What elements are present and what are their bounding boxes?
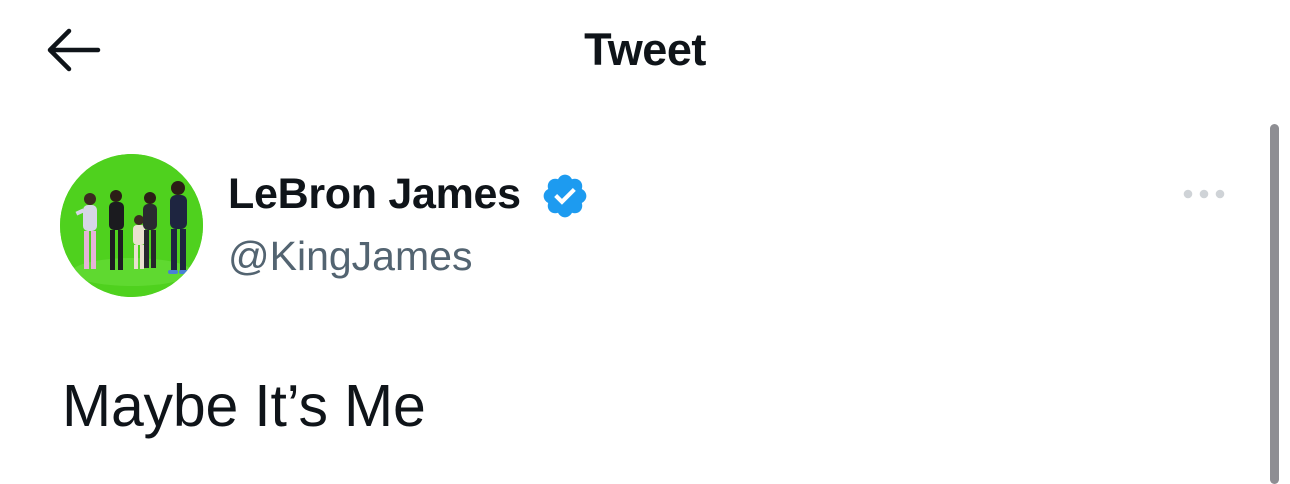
- tweet-text: Maybe It’s Me: [62, 373, 426, 439]
- avatar-photo: [60, 154, 203, 297]
- author-handle[interactable]: @KingJames: [228, 233, 472, 280]
- more-horizontal-icon: [1183, 189, 1225, 199]
- verified-badge-icon: [543, 174, 587, 218]
- avatar[interactable]: [60, 154, 203, 297]
- scrollbar[interactable]: [1270, 124, 1279, 484]
- more-options-button[interactable]: [1176, 176, 1232, 212]
- page-title: Tweet: [584, 24, 706, 75]
- author-name[interactable]: LeBron James: [228, 170, 521, 219]
- app-header: Tweet: [0, 0, 1290, 100]
